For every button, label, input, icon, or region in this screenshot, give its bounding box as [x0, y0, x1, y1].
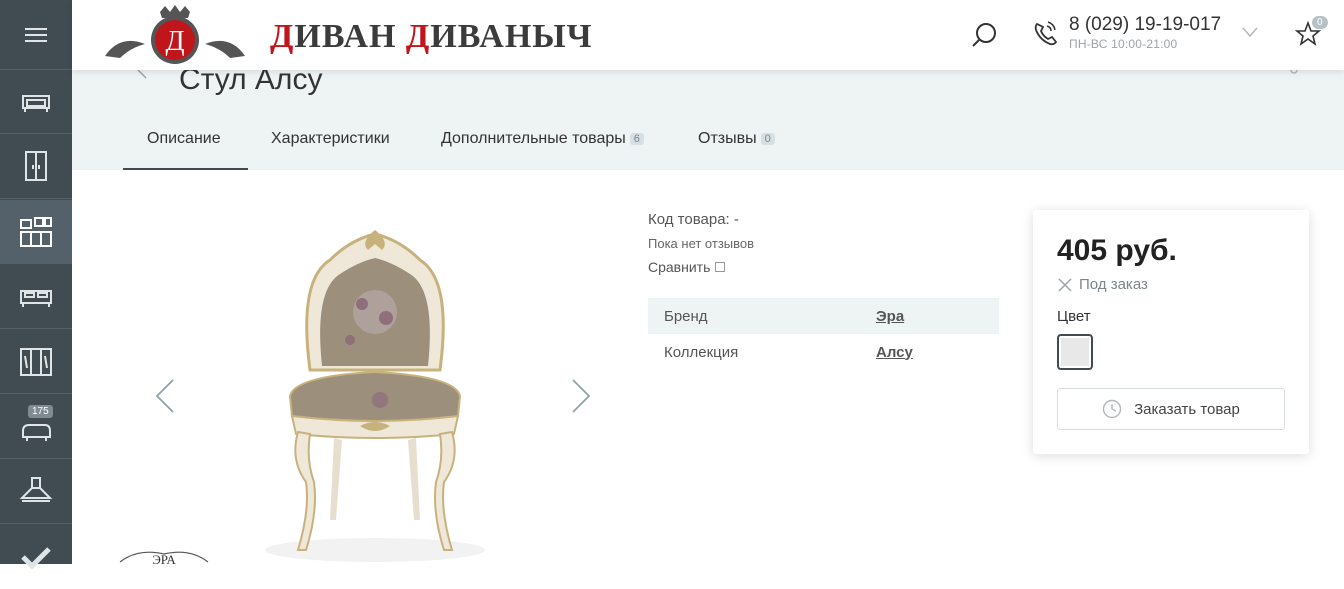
- cross-icon: [1058, 277, 1072, 292]
- logo-letter: Д: [165, 26, 184, 57]
- gallery-prev-arrow-icon[interactable]: [154, 378, 176, 414]
- sidebar: 175: [0, 0, 72, 570]
- sidebar-item-more[interactable]: [0, 525, 72, 589]
- tab-count-badge: 0: [760, 133, 775, 145]
- search-button[interactable]: [970, 20, 1000, 50]
- compare-checkbox[interactable]: [715, 262, 726, 272]
- brand-logo-era: ЭРА: [119, 551, 209, 564]
- sidebar-item-beds[interactable]: [0, 265, 72, 329]
- menu-icon: [25, 27, 47, 42]
- check-icon: [21, 547, 51, 570]
- sidebar-item-wardrobes[interactable]: [0, 135, 72, 199]
- logo-emblem: Д: [105, 5, 245, 64]
- property-name: Коллекция: [664, 343, 739, 361]
- reviews-status[interactable]: Пока нет отзывов: [648, 236, 754, 251]
- property-value-link[interactable]: Эра: [876, 308, 904, 325]
- site-logo[interactable]: Д ДИВАН ДИВАНЫЧ: [100, 4, 592, 66]
- bed-icon: [20, 289, 52, 307]
- color-label: Цвет: [1057, 308, 1091, 325]
- site-header: Д ДИВАН ДИВАНЫЧ 8 (029) 19-19-017 ПН-ВС …: [72, 0, 1344, 70]
- logo-text: ДИВАН ДИВАНЫЧ: [270, 18, 593, 55]
- product-code: Код товара: -: [648, 211, 739, 228]
- order-button[interactable]: Заказать товар: [1057, 388, 1285, 430]
- properties-table: Бренд Эра Коллекция Алсу: [648, 298, 999, 370]
- compare-toggle[interactable]: Сравнить: [648, 259, 726, 275]
- closet-icon: [20, 347, 52, 376]
- sidebar-item-closets[interactable]: [0, 330, 72, 394]
- property-value-link[interactable]: Алсу: [876, 344, 913, 361]
- sidebar-item-sale[interactable]: 175: [0, 395, 72, 459]
- property-row: Коллекция Алсу: [648, 334, 999, 370]
- property-row: Бренд Эра: [648, 298, 999, 334]
- sale-count-badge: 175: [28, 405, 53, 418]
- kitchen-icon: [20, 216, 52, 247]
- availability-status: Под заказ: [1057, 276, 1148, 293]
- buy-card: 405 руб. Под заказ Цвет Заказать товар: [1033, 210, 1309, 454]
- sidebar-item-hoods[interactable]: [0, 460, 72, 524]
- active-tab-indicator: [123, 168, 248, 170]
- wardrobe-icon: [25, 150, 47, 181]
- sofa-icon: [22, 94, 50, 112]
- favorites-count-badge: 0: [1312, 16, 1328, 29]
- property-name: Бренд: [664, 307, 708, 325]
- tab-count-badge: 6: [629, 133, 644, 145]
- tab-related-products[interactable]: Дополнительные товары 6: [441, 130, 644, 170]
- color-swatch[interactable]: [1057, 334, 1093, 370]
- working-hours: ПН-ВС 10:00-21:00: [1069, 37, 1178, 51]
- menu-button[interactable]: [0, 0, 72, 70]
- search-icon: [972, 23, 996, 47]
- tab-characteristics[interactable]: Характеристики: [271, 130, 390, 170]
- chevron-down-icon[interactable]: [1242, 26, 1258, 38]
- sidebar-item-kitchens[interactable]: [0, 200, 72, 264]
- product-image-chair[interactable]: [250, 220, 500, 564]
- price: 405 руб.: [1057, 234, 1177, 267]
- phone-number[interactable]: 8 (029) 19-19-017: [1069, 14, 1221, 36]
- tab-description[interactable]: Описание: [147, 130, 221, 170]
- tab-reviews[interactable]: Отзывы 0: [698, 130, 775, 170]
- hood-icon: [19, 476, 53, 502]
- gallery-next-arrow-icon[interactable]: [570, 378, 592, 414]
- svg-text:ЭРА: ЭРА: [152, 552, 176, 564]
- phone-icon: [1034, 21, 1058, 46]
- compare-label: Сравнить: [648, 259, 711, 275]
- sidebar-item-sofas[interactable]: [0, 70, 72, 134]
- clock-icon: [1102, 399, 1122, 419]
